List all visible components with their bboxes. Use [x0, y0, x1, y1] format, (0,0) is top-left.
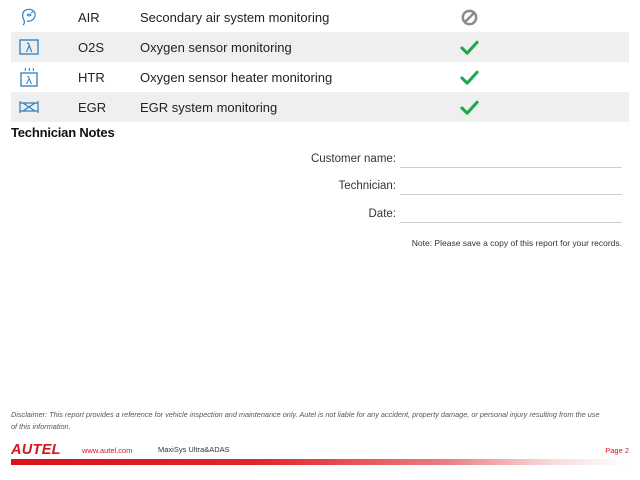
- oxygen-heater-icon: λ: [20, 67, 38, 87]
- autel-logo: AUTEL: [11, 442, 61, 457]
- monitor-table: AIR Secondary air system monitoring λ O2…: [11, 2, 629, 122]
- date-label: Date:: [368, 208, 397, 220]
- customer-name-field[interactable]: Customer name:: [292, 153, 622, 169]
- customer-name-label: Customer name:: [310, 153, 396, 165]
- report-footer: AUTEL www.autel.com MaxiSys Ultra&ADAS P…: [11, 441, 629, 461]
- footer-gradient-bar: [11, 459, 629, 465]
- monitor-description: Oxygen sensor monitoring: [140, 39, 292, 55]
- monitor-code: O2S: [78, 39, 105, 55]
- date-line[interactable]: [400, 222, 622, 223]
- technician-line[interactable]: [400, 194, 622, 195]
- monitor-description: Oxygen sensor heater monitoring: [140, 69, 333, 85]
- monitor-description: EGR system monitoring: [140, 99, 278, 115]
- monitor-row-htr: λ HTR Oxygen sensor heater monitoring: [11, 62, 629, 92]
- monitor-code: AIR: [78, 9, 100, 25]
- website-link[interactable]: www.autel.com: [82, 446, 132, 455]
- monitor-row-egr: EGR EGR system monitoring: [11, 92, 629, 122]
- oxygen-sensor-icon: λ: [19, 39, 39, 55]
- check-icon: [460, 100, 479, 115]
- secondary-air-icon: [22, 8, 36, 26]
- monitor-description: Secondary air system monitoring: [140, 9, 330, 25]
- monitor-row-air: AIR Secondary air system monitoring: [11, 2, 629, 32]
- page-number: Page 2: [605, 446, 629, 455]
- save-copy-note: Note: Please save a copy of this report …: [411, 238, 622, 248]
- product-name: MaxiSys Ultra&ADAS: [158, 445, 230, 454]
- monitor-code: HTR: [78, 69, 105, 85]
- svg-text:λ: λ: [25, 41, 32, 55]
- check-icon: [460, 40, 479, 55]
- not-supported-icon: [461, 9, 478, 26]
- check-icon: [460, 70, 479, 85]
- technician-label: Technician:: [338, 180, 396, 192]
- customer-name-line[interactable]: [400, 167, 622, 168]
- egr-icon: [19, 101, 39, 113]
- svg-text:λ: λ: [26, 74, 33, 87]
- technician-field[interactable]: Technician:: [292, 180, 622, 196]
- monitor-code: EGR: [78, 99, 107, 115]
- svg-text:AUTEL: AUTEL: [11, 442, 61, 457]
- date-field[interactable]: Date:: [292, 208, 622, 224]
- technician-notes-title: Technician Notes: [11, 125, 115, 140]
- disclaimer-text: Disclaimer: This report provides a refer…: [11, 410, 600, 431]
- monitor-row-o2s: λ O2S Oxygen sensor monitoring: [11, 32, 629, 62]
